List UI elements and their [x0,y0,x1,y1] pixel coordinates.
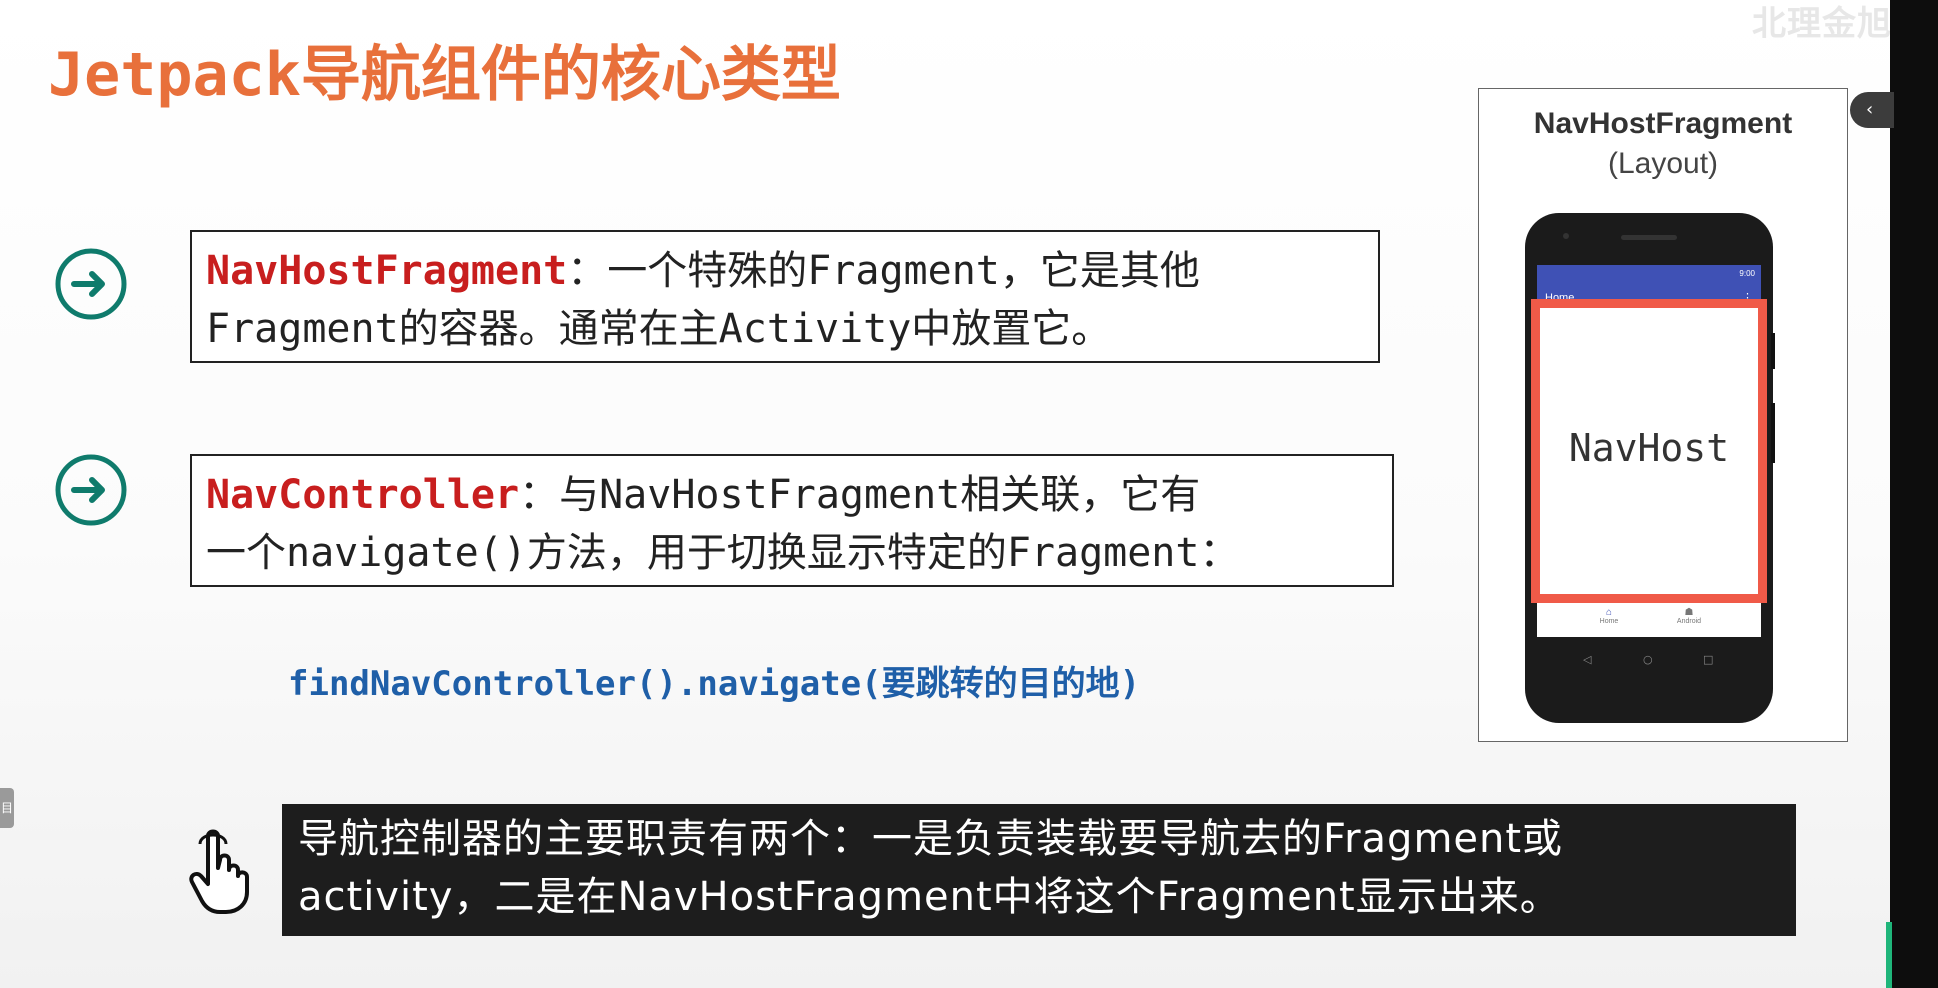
term-navhostfragment: NavHostFragment [206,248,568,294]
navcontroller-description-box: NavController：与NavHostFragment相关联，它有 一个n… [190,454,1394,587]
bottom-nav-label: Home [1599,618,1619,625]
collapse-panel-button[interactable]: ‹ [1850,92,1894,128]
subtitle-caption: 导航控制器的主要职责有两个：一是负责装载要导航去的Fragment或 activ… [282,804,1796,936]
side-button [1771,403,1775,463]
bottom-nav-label: Android [1676,618,1702,625]
phone-illustration: NavHostFragment (Layout) 9:00 Home ⋮ Nav… [1478,88,1848,742]
item-line: NavHostFragment：一个特殊的Fragment，它是其他 [206,242,1364,300]
speaker-grille [1621,235,1677,240]
caption-line-1: 导航控制器的主要职责有两个：一是负责装载要导航去的Fragment或 [298,816,1564,862]
slide-title-chinese: 导航组件的核心类型 [300,40,841,110]
navhost-label: NavHost [1568,426,1730,470]
android-icon: ☗ [1684,607,1694,618]
term-navcontroller: NavController [206,472,520,518]
arrow-circle-icon [55,454,127,526]
navhost-container: NavHost [1531,299,1767,603]
item-text: ：与NavHostFragment相关联，它有 [519,472,1201,518]
item-line: Fragment的容器。通常在主Activity中放置它。 [206,306,1112,352]
bottom-navigation: ⌂ Home ☗ Android [1537,603,1761,637]
caption-line-2: activity，二是在NavHostFragment中将这个Fragment显… [298,874,1561,920]
bottom-nav-android: ☗ Android [1659,607,1719,625]
arrow-circle-icon [55,248,127,320]
status-time: 9:00 [1739,269,1755,278]
recents-icon: □ [1703,653,1714,666]
slide: 北理金旭亮 Jetpack导航组件的核心类型 NavHostFragment：一… [0,0,1926,988]
left-side-tab[interactable]: 目 [0,788,14,828]
side-button [1771,333,1775,369]
navhostfragment-description-box: NavHostFragment：一个特殊的Fragment，它是其他 Fragm… [190,230,1380,363]
item-line: 一个navigate()方法，用于切换显示特定的Fragment： [206,530,1240,576]
home-icon: ⌂ [1605,607,1613,618]
bottom-nav-home: ⌂ Home [1579,607,1639,625]
strip-accent [1886,922,1892,988]
phone-illustration-title: NavHostFragment [1533,107,1793,140]
phone-illustration-subtitle: (Layout) [1607,147,1719,180]
code-snippet: findNavController().navigate(要跳转的目的地) [288,664,1141,704]
back-icon: ◁ [1583,653,1592,666]
slide-title-latin: Jetpack [48,40,301,110]
system-navigation-bar: ◁ ○ □ [1537,649,1761,673]
slide-title: Jetpack导航组件的核心类型 [48,26,841,113]
status-bar: 9:00 [1537,265,1761,285]
item-text: ：一个特殊的Fragment，它是其他 [567,248,1200,294]
phone-body: 9:00 Home ⋮ NavHost ⌂ Home ☗ Android ◁ ○… [1525,213,1775,723]
phone-screen: 9:00 Home ⋮ NavHost ⌂ Home ☗ Android [1531,265,1767,637]
front-camera [1563,233,1569,239]
hand-pointer-icon [189,829,249,914]
home-circle-icon: ○ [1643,653,1653,666]
item-line: NavController：与NavHostFragment相关联，它有 [206,466,1378,524]
right-dark-strip [1890,0,1938,988]
